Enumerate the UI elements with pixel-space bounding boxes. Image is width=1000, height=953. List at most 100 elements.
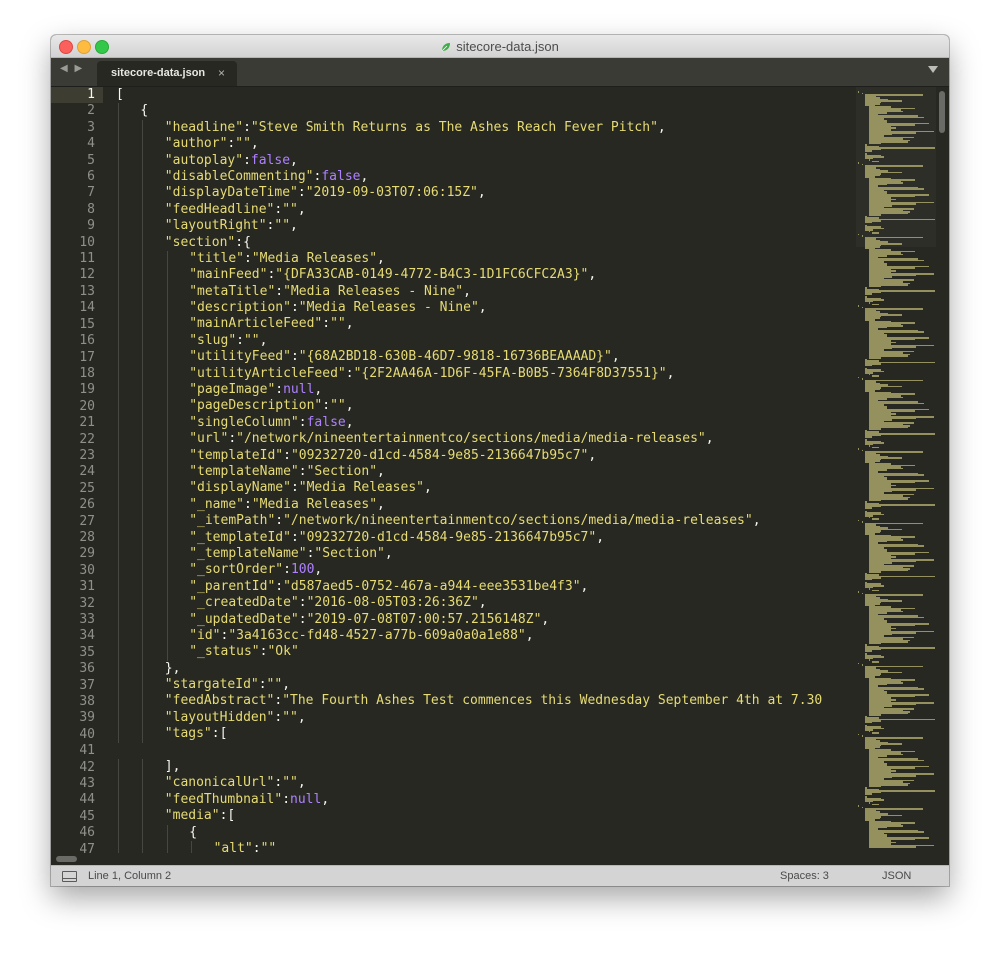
line-number: 41 <box>79 743 95 759</box>
punctuation-token: : <box>345 365 354 381</box>
tab-nav-arrows-icon[interactable]: ◀ ▶ <box>60 63 84 74</box>
panel-toggle-icon[interactable] <box>62 871 77 882</box>
indentation-setting[interactable]: Spaces: 3 <box>780 870 829 882</box>
punctuation-token: : <box>283 447 291 463</box>
minimap-line <box>868 516 870 519</box>
string-token: "disableCommenting" <box>164 168 314 184</box>
gutter: 1 2 3 4 5 6 7 8 9 10 11 12 13 14 15 16 17 18 19 20 21 22 23 24 2… <box>51 87 103 853</box>
indent-guide <box>142 545 144 563</box>
code-line: "metaTitle":"Media Releases - Nine", <box>116 283 856 301</box>
string-token: "displayName" <box>189 480 291 496</box>
indent-guide <box>118 414 119 432</box>
minimap-line <box>868 730 870 733</box>
string-token: "09232720-d1cd-4584-9e85-2136647b95c7" <box>298 529 597 545</box>
indent-guide <box>142 398 144 415</box>
punctuation-token: , <box>478 595 487 611</box>
minimap-line <box>858 162 859 164</box>
indent-guide <box>118 578 119 596</box>
string-token: "{68A2BD18-630B-46D7-9818-16736BEAAAAD}" <box>298 349 612 365</box>
punctuation-token: : <box>282 791 291 807</box>
string-token: "" <box>330 398 346 414</box>
code-line: "displayName":"Media Releases", <box>116 480 856 497</box>
code-line-content: "layoutHidden":"", <box>165 710 306 726</box>
tab-menu-chevron-down-icon[interactable] <box>928 66 938 73</box>
indent-guide <box>142 185 144 202</box>
minimap-line <box>858 376 859 379</box>
minimap-line <box>872 375 880 377</box>
cursor-position[interactable]: Line 1, Column 2 <box>88 870 171 882</box>
indent-guide <box>118 136 119 153</box>
line-number: 4 <box>87 136 95 152</box>
indent-guide <box>118 398 119 415</box>
minimap-line <box>861 235 863 237</box>
string-token: "mainFeed" <box>189 267 268 283</box>
line-number: 46 <box>79 825 95 841</box>
editor-window: sitecore-data.json ◀ ▶ sitecore-data.jso… <box>51 35 949 886</box>
code-line: [ <box>116 87 856 103</box>
code-line: "_status":"Ok" <box>116 644 856 661</box>
code-line-content: "utilityArticleFeed":"{2F2AA46A-1D6F-45F… <box>189 366 674 382</box>
indent-guide <box>166 316 168 333</box>
minimap-line <box>868 428 882 430</box>
punctuation-token: : <box>275 382 284 398</box>
minimap-line <box>861 806 863 809</box>
line-number: 30 <box>79 562 95 578</box>
punctuation-token: : <box>228 431 237 447</box>
indent-guide <box>142 677 144 694</box>
tab-sitecore-data[interactable]: sitecore-data.json × <box>97 61 237 86</box>
indent-guide <box>118 677 119 694</box>
punctuation-token: , <box>314 562 323 578</box>
indent-guide <box>142 300 144 317</box>
punctuation-token: , <box>290 218 298 234</box>
syntax-selector[interactable]: JSON <box>882 870 911 882</box>
indent-guide <box>118 693 119 710</box>
tab-close-icon[interactable]: × <box>218 66 225 80</box>
indent-guide <box>118 152 119 169</box>
punctuation-token: : <box>290 480 299 496</box>
code-line-content: "media":[ <box>165 808 235 824</box>
indent-guide <box>118 644 119 661</box>
minimap-line <box>872 446 880 449</box>
code-line: }, <box>116 660 856 678</box>
string-token: "3a4163cc-fd48-4527-a77b-609a0a0a1e88" <box>228 627 526 643</box>
minimap[interactable] <box>856 87 936 853</box>
indent-guide <box>118 365 119 383</box>
minimap-line <box>865 150 873 152</box>
minimap-line <box>868 445 870 447</box>
string-token: "" <box>330 316 346 332</box>
code-line: "title":"Media Releases", <box>116 250 856 268</box>
indent-guide <box>142 365 144 383</box>
minimap-line <box>865 650 873 652</box>
indent-guide <box>118 496 119 514</box>
horizontal-scrollbar[interactable] <box>51 853 937 865</box>
vertical-scrollbar[interactable] <box>937 87 949 853</box>
code-line: ], <box>116 759 856 776</box>
line-number: 33 <box>79 612 95 627</box>
punctuation-token: , <box>611 349 620 365</box>
indent-guide <box>142 759 144 776</box>
indent-guide <box>142 267 144 284</box>
line-number: 2 <box>87 103 95 119</box>
code-text[interactable]: [{"headline":"Steve Smith Returns as The… <box>116 87 856 853</box>
line-number: 19 <box>79 382 95 398</box>
line-number: 45 <box>79 808 95 824</box>
indent-guide <box>118 349 119 366</box>
line-number: 9 <box>87 218 95 234</box>
punctuation-token: , <box>541 611 550 627</box>
punctuation-token: }, <box>164 660 181 676</box>
vertical-scroll-thumb[interactable] <box>939 91 945 133</box>
punctuation-token: : <box>298 611 307 627</box>
code-line: "_sortOrder":100, <box>116 562 856 579</box>
minimap-line <box>865 436 873 438</box>
line-number: 36 <box>79 661 95 677</box>
minimap-line <box>868 785 882 788</box>
editor-area[interactable]: 1 2 3 4 5 6 7 8 9 10 11 12 13 14 15 16 17 18 19 20 21 22 23 24 2… <box>51 87 949 853</box>
indent-guide <box>142 382 144 399</box>
code-line-content: "feedThumbnail":null, <box>165 792 329 808</box>
punctuation-token: , <box>752 513 761 529</box>
minimap-line <box>861 92 863 95</box>
horizontal-scroll-thumb[interactable] <box>56 856 77 862</box>
code-line: "feedThumbnail":null, <box>116 791 856 809</box>
string-token: "url" <box>189 431 229 447</box>
code-line-content: "mainArticleFeed":"", <box>189 316 353 332</box>
